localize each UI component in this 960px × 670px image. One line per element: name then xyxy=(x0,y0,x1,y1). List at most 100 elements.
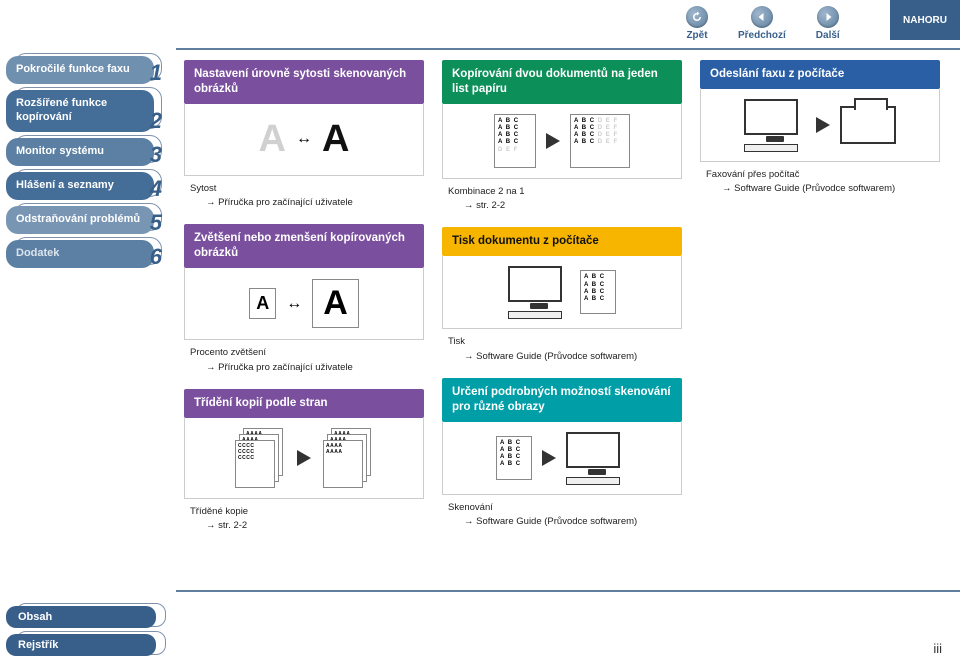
sidebar-item-label: Monitor systému xyxy=(16,145,104,159)
card-reference[interactable]: Faxování přes počítač → Software Guide (… xyxy=(700,162,940,211)
main-content: Nastavení úrovně sytosti skenovaných obr… xyxy=(184,60,948,580)
card-reference[interactable]: Sytost → Příručka pro začínající uživate… xyxy=(184,176,424,225)
bottom-nav: Obsah Rejstřík xyxy=(6,606,166,662)
double-arrow-icon: ↔ xyxy=(296,130,312,148)
card-title: Tisk dokumentu z počítače xyxy=(442,227,682,256)
prev-icon xyxy=(751,6,773,28)
card-title: Třídění kopií podle stran xyxy=(184,389,424,418)
ref-title: Tříděné kopie xyxy=(190,505,422,519)
computer-icon xyxy=(744,99,806,151)
document-icon: A B CA B CA B CA B C xyxy=(496,436,532,480)
card-reference[interactable]: Tříděné kopie → str. 2-2 xyxy=(184,499,424,548)
card-title: Určení podrobných možností skenování pro… xyxy=(442,378,682,422)
card-print: Tisk dokumentu z počítače A B CA B CA B … xyxy=(442,227,682,377)
sidebar-item-num: 6 xyxy=(150,244,162,270)
arrow-icon: → xyxy=(464,200,476,211)
nav-next[interactable]: Další xyxy=(816,6,840,41)
sidebar: Pokročilé funkce faxu 1 Rozšířené funkce… xyxy=(6,56,172,274)
nav-up-label: NAHORU xyxy=(903,15,947,26)
index-tab[interactable]: Rejstřík xyxy=(6,634,166,656)
arrow-icon: → xyxy=(206,362,218,373)
ref-link: Software Guide (Průvodce softwarem) xyxy=(476,351,637,362)
card-density: Nastavení úrovně sytosti skenovaných obr… xyxy=(184,60,424,224)
sidebar-item-num: 2 xyxy=(150,108,162,134)
arrow-right-icon xyxy=(297,450,311,466)
sidebar-item-label: Pokročilé funkce faxu xyxy=(16,63,130,77)
nav-next-label: Další xyxy=(816,30,840,41)
card-scan: Určení podrobných možností skenování pro… xyxy=(442,378,682,543)
card-reference[interactable]: Procento zvětšení → Příručka pro začínaj… xyxy=(184,340,424,389)
arrow-icon: → xyxy=(464,351,476,362)
ref-link: Příručka pro začínající uživatele xyxy=(218,362,353,373)
card-collate: Třídění kopií podle stran AAAAAAAAAAAA A… xyxy=(184,389,424,547)
sheet-before-icon: A B CA B CA B CA B C D E F xyxy=(494,114,536,168)
nav-up-button[interactable]: NAHORU xyxy=(888,0,960,40)
ref-link: str. 2-2 xyxy=(476,200,505,211)
sidebar-item-num: 4 xyxy=(150,176,162,202)
sheet-after-icon: A B C D E F A B C D E F A B C D E F A B … xyxy=(570,114,630,168)
ref-title: Kombinace 2 na 1 xyxy=(448,185,680,199)
card-reference[interactable]: Tisk → Software Guide (Průvodce software… xyxy=(442,329,682,378)
computer-icon xyxy=(508,266,570,318)
sidebar-item-num: 5 xyxy=(150,210,162,236)
card-title: Odeslání faxu z počítače xyxy=(700,60,940,89)
large-a-icon: A xyxy=(312,279,359,328)
card-title: Nastavení úrovně sytosti skenovaných obr… xyxy=(184,60,424,104)
card-illustration: A ↔ A xyxy=(184,104,424,176)
arrow-right-icon xyxy=(816,117,830,133)
ref-title: Tisk xyxy=(448,335,680,349)
card-zoom: Zvětšení nebo zmenšení kopírovaných obrá… xyxy=(184,224,424,388)
density-light-icon: A xyxy=(259,118,286,161)
card-illustration: AAAAAAAAAAAA AAAAAAAAAAAA CCCCCCCCCCCC A… xyxy=(184,418,424,499)
column-1: Nastavení úrovně sytosti skenovaných obr… xyxy=(184,60,424,547)
ref-title: Skenování xyxy=(448,501,680,515)
card-2in1: Kopírování dvou dokumentů na jeden list … xyxy=(442,60,682,227)
arrow-icon: → xyxy=(206,520,218,531)
fax-machine-icon xyxy=(840,106,896,144)
ref-title: Faxování přes počítač xyxy=(706,168,938,182)
card-illustration: A B CA B CA B CA B C xyxy=(442,422,682,495)
sidebar-item-6[interactable]: Dodatek 6 xyxy=(6,240,156,268)
sidebar-item-label: Rozšířené funkce kopírování xyxy=(16,97,144,125)
sidebar-item-label: Odstraňování problémů xyxy=(16,213,140,227)
sidebar-item-1[interactable]: Pokročilé funkce faxu 1 xyxy=(6,56,156,84)
card-title: Kopírování dvou dokumentů na jeden list … xyxy=(442,60,682,104)
contents-tab[interactable]: Obsah xyxy=(6,606,166,628)
computer-icon xyxy=(566,432,628,484)
ref-title: Sytost xyxy=(190,182,422,196)
nav-back[interactable]: Zpět xyxy=(686,6,708,41)
small-a-icon: A xyxy=(249,288,276,319)
card-reference[interactable]: Skenování → Software Guide (Průvodce sof… xyxy=(442,495,682,544)
ref-link: Software Guide (Průvodce softwarem) xyxy=(476,516,637,527)
sidebar-item-label: Dodatek xyxy=(16,247,59,261)
nav-prev[interactable]: Předchozí xyxy=(738,6,786,41)
nav-prev-label: Předchozí xyxy=(738,30,786,41)
sidebar-item-4[interactable]: Hlášení a seznamy 4 xyxy=(6,172,156,200)
arrow-icon: → xyxy=(464,516,476,527)
divider-top xyxy=(176,48,960,50)
card-reference[interactable]: Kombinace 2 na 1 → str. 2-2 xyxy=(442,179,682,228)
card-illustration xyxy=(700,89,940,162)
contents-label: Obsah xyxy=(18,611,52,623)
back-icon xyxy=(686,6,708,28)
next-icon xyxy=(817,6,839,28)
stack-right-icon: AAAAAAAA AAAAAAAA AAAAAAAA xyxy=(321,428,375,488)
nav-back-label: Zpět xyxy=(686,30,707,41)
card-illustration: A B CA B CA B CA B C xyxy=(442,256,682,329)
card-illustration: A ↔ A xyxy=(184,268,424,340)
card-title: Zvětšení nebo zmenšení kopírovaných obrá… xyxy=(184,224,424,268)
card-illustration: A B CA B CA B CA B C D E F A B C D E F A… xyxy=(442,104,682,179)
sidebar-item-num: 3 xyxy=(150,142,162,168)
divider-bottom xyxy=(176,590,960,592)
column-2: Kopírování dvou dokumentů na jeden list … xyxy=(442,60,682,543)
arrow-icon: → xyxy=(722,183,734,194)
double-arrow-icon: ↔ xyxy=(286,295,302,313)
sidebar-item-2[interactable]: Rozšířené funkce kopírování 2 xyxy=(6,90,156,132)
sidebar-item-3[interactable]: Monitor systému 3 xyxy=(6,138,156,166)
card-fax: Odeslání faxu z počítače Faxování přes p… xyxy=(700,60,940,210)
arrow-icon: → xyxy=(206,197,218,208)
stack-left-icon: AAAAAAAAAAAA AAAAAAAAAAAA CCCCCCCCCCCC xyxy=(233,428,287,488)
sidebar-item-label: Hlášení a seznamy xyxy=(16,179,114,193)
sidebar-item-5[interactable]: Odstraňování problémů 5 xyxy=(6,206,156,234)
ref-title: Procento zvětšení xyxy=(190,346,422,360)
